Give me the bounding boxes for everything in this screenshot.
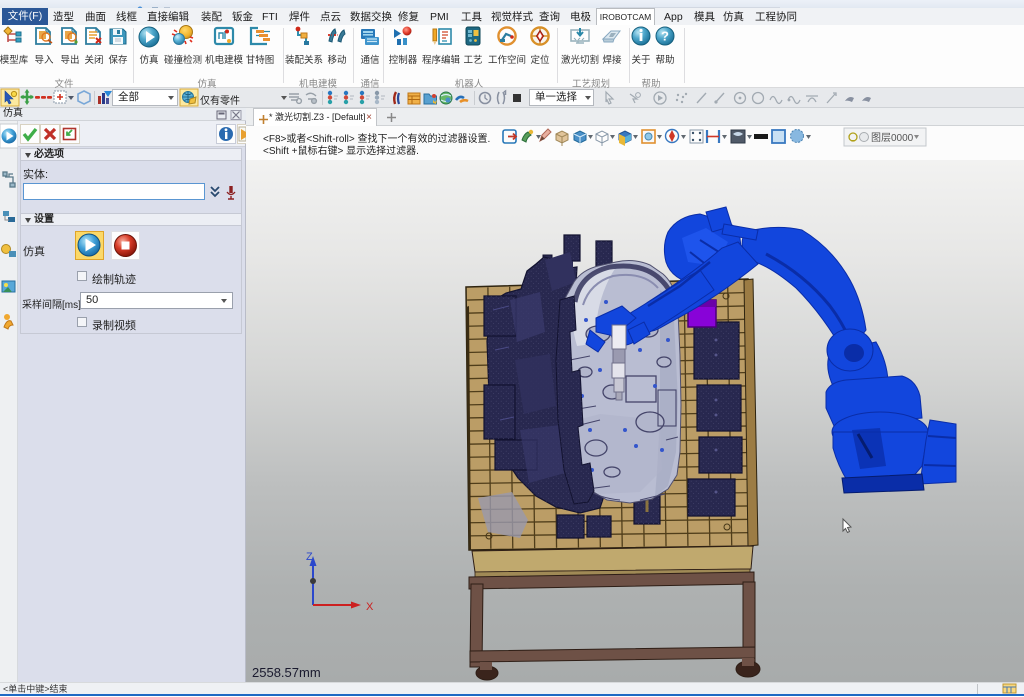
svg-text:2558.57mm: 2558.57mm <box>252 665 321 680</box>
svg-text:Z: Z <box>306 551 313 563</box>
svg-text:图层0000: 图层0000 <box>871 132 914 144</box>
svg-text:?: ? <box>661 29 669 44</box>
svg-text:X: X <box>366 601 374 613</box>
